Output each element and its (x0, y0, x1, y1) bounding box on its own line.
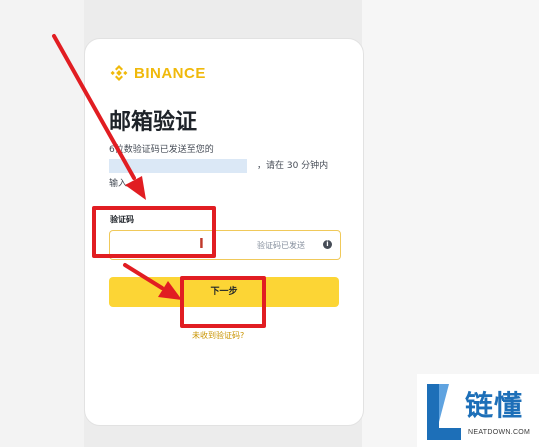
watermark-site: NEATDOWN.COM (468, 429, 531, 436)
arrow-to-code-field (52, 34, 146, 200)
neatdown-logo-icon (427, 384, 461, 440)
watermark-neatdown: 链懂 NEATDOWN.COM (417, 374, 539, 447)
watermark-name: 链懂 (465, 389, 524, 422)
arrow-to-next-button (123, 263, 182, 300)
